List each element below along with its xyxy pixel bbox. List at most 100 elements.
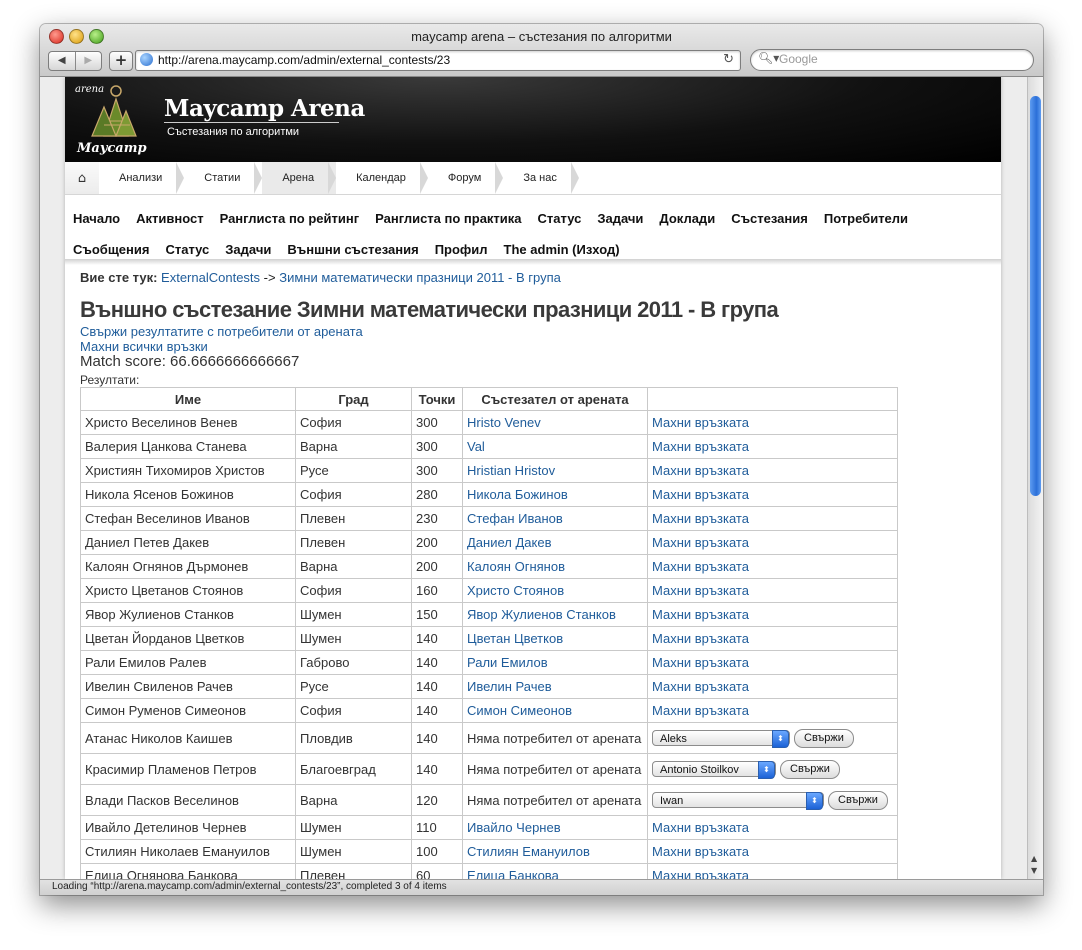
- menu-item-reports[interactable]: Доклади: [659, 211, 715, 226]
- menu-item-admin-problems[interactable]: Задачи: [225, 242, 271, 257]
- cell-connect-controls: Iwan ⬍ Свържи: [647, 784, 898, 816]
- scroll-arrows-icon[interactable]: ▲ ▼: [1031, 853, 1037, 877]
- site-logo[interactable]: arena Maycamp: [74, 81, 147, 161]
- menu-item-problems[interactable]: Задачи: [597, 211, 643, 226]
- cell-arena-user-link[interactable]: Калоян Огнянов: [462, 554, 648, 579]
- cell-arena-user-link[interactable]: Рали Емилов: [462, 650, 648, 675]
- home-icon[interactable]: ⌂: [65, 162, 99, 194]
- tab-forum[interactable]: Форум: [428, 162, 504, 194]
- cell-arena-user-link[interactable]: Hristian Hristov: [462, 458, 648, 483]
- menu-item-home[interactable]: Начало: [73, 211, 120, 226]
- cell-points: 300: [411, 458, 463, 483]
- page: arena Maycamp Maycamp Arena Състезания п…: [65, 77, 1001, 879]
- cell-unlink[interactable]: Махни връзката: [647, 410, 898, 435]
- menu-item-rating-ranking[interactable]: Ранглиста по рейтинг: [220, 211, 360, 226]
- cell-unlink[interactable]: Махни връзката: [647, 530, 898, 555]
- connect-button[interactable]: Свържи: [794, 728, 854, 748]
- cell-city: Русе: [295, 458, 412, 483]
- reload-icon[interactable]: ↻: [723, 51, 734, 69]
- menu-item-contests[interactable]: Състезания: [731, 211, 808, 226]
- cell-city: Шумен: [295, 815, 412, 840]
- globe-icon: [140, 53, 153, 66]
- cell-connect-controls: Aleks ⬍ Свържи: [647, 722, 898, 754]
- menu-item-messages[interactable]: Съобщения: [73, 242, 149, 257]
- cell-arena-user-link[interactable]: Стилиян Емануилов: [462, 839, 648, 864]
- col-header-points: Точки: [411, 387, 463, 411]
- cell-unlink[interactable]: Махни връзката: [647, 458, 898, 483]
- cell-arena-user-link[interactable]: Христо Стоянов: [462, 578, 648, 603]
- browser-window: maycamp arena – състезания по алгоритми …: [40, 24, 1043, 895]
- cell-name: Елица Огнянова Банкова: [80, 863, 296, 879]
- cell-points: 150: [411, 602, 463, 627]
- cell-arena-user-link[interactable]: Елица Банкова: [462, 863, 648, 879]
- cell-arena-user-link[interactable]: Цветан Цветков: [462, 626, 648, 651]
- menu-item-external-contests[interactable]: Външни състезания: [287, 242, 418, 257]
- back-button[interactable]: ◀: [49, 52, 75, 70]
- cell-unlink[interactable]: Махни връзката: [647, 650, 898, 675]
- add-bookmark-button[interactable]: +: [109, 51, 133, 71]
- tab-articles[interactable]: Статии: [184, 162, 263, 194]
- cell-unlink[interactable]: Махни връзката: [647, 674, 898, 699]
- cell-city: Габрово: [295, 650, 412, 675]
- search-field[interactable]: 🔍︎▾ Google: [750, 49, 1034, 71]
- cell-arena-user-link[interactable]: Ивелин Рачев: [462, 674, 648, 699]
- cell-arena-user-link[interactable]: Val: [462, 434, 648, 459]
- menu-item-admin-status[interactable]: Статус: [165, 242, 209, 257]
- connect-button[interactable]: Свържи: [828, 790, 888, 810]
- breadcrumb-link-external-contests[interactable]: ExternalContests: [161, 270, 260, 285]
- cell-arena-user-link[interactable]: Симон Симеонов: [462, 698, 648, 723]
- cell-unlink[interactable]: Махни връзката: [647, 434, 898, 459]
- cell-arena-user-link[interactable]: Явор Жулиенов Станков: [462, 602, 648, 627]
- table-row: Христо Цветанов Стоянов София 160 Христо Ст…: [80, 578, 898, 603]
- cell-arena-user-link[interactable]: Hristo Venev: [462, 410, 648, 435]
- arena-user-select[interactable]: Antonio Stoilkov ⬍: [652, 761, 776, 779]
- cell-unlink[interactable]: Махни връзката: [647, 815, 898, 840]
- cell-unlink[interactable]: Махни връзката: [647, 626, 898, 651]
- history-buttons: ◀ ▶: [48, 51, 102, 71]
- cell-unlink[interactable]: Махни връзката: [647, 698, 898, 723]
- connect-button[interactable]: Свържи: [780, 759, 840, 779]
- cell-arena-user-link[interactable]: Ивайло Чернев: [462, 815, 648, 840]
- table-row: Калоян Огнянов Дърмонев Варна 200 Калоян Ог…: [80, 554, 898, 579]
- scrollbar-thumb[interactable]: [1030, 96, 1041, 496]
- menu-item-profile[interactable]: Профил: [435, 242, 488, 257]
- menu-item-users[interactable]: Потребители: [824, 211, 908, 226]
- arena-user-select[interactable]: Aleks ⬍: [652, 730, 790, 748]
- cell-unlink[interactable]: Махни връзката: [647, 602, 898, 627]
- breadcrumb-link-contest[interactable]: Зимни математически празници 2011 - В гр…: [279, 270, 561, 285]
- menu-item-status[interactable]: Статус: [538, 211, 582, 226]
- tab-arena[interactable]: Арена: [262, 162, 337, 194]
- cell-city: София: [295, 578, 412, 603]
- results-table: Име Град Точки Състезател от арената Хри…: [80, 387, 898, 879]
- cell-unlink[interactable]: Махни връзката: [647, 578, 898, 603]
- arena-user-select[interactable]: Iwan ⬍: [652, 792, 824, 810]
- menu-row-1: Начало Активност Ранглиста по рейтинг Ра…: [73, 203, 993, 234]
- url-text: http://arena.maycamp.com/admin/external_…: [158, 53, 451, 67]
- cell-unlink[interactable]: Махни връзката: [647, 554, 898, 579]
- table-row: Цветан Йорданов Цветков Шумен 140 Цветан Цв…: [80, 626, 898, 651]
- table-row: Даниел Петев Дакев Плевен 200 Даниел Дакев М…: [80, 530, 898, 555]
- site-title[interactable]: Maycamp Arena: [164, 95, 365, 122]
- menu-item-activity[interactable]: Активност: [136, 211, 203, 226]
- tab-analyses[interactable]: Анализи: [99, 162, 185, 194]
- menu-item-logout[interactable]: The admin (Изход): [504, 242, 620, 257]
- cell-arena-user-link[interactable]: Никола Божинов: [462, 482, 648, 507]
- connect-results-link[interactable]: Свържи резултатите с потребители от арен…: [80, 324, 363, 339]
- tab-about[interactable]: За нас: [503, 162, 579, 194]
- cell-points: 200: [411, 554, 463, 579]
- cell-unlink[interactable]: Махни връзката: [647, 839, 898, 864]
- cell-name: Стефан Веселинов Иванов: [80, 506, 296, 531]
- vertical-scrollbar[interactable]: ▲ ▼: [1027, 77, 1043, 879]
- cell-unlink[interactable]: Махни връзката: [647, 506, 898, 531]
- cell-arena-user-link[interactable]: Даниел Дакев: [462, 530, 648, 555]
- cell-unlink[interactable]: Махни връзката: [647, 482, 898, 507]
- cell-arena-user-link[interactable]: Стефан Иванов: [462, 506, 648, 531]
- forward-button[interactable]: ▶: [74, 52, 102, 70]
- remove-all-links-link[interactable]: Махни всички връзки: [80, 339, 208, 354]
- address-bar[interactable]: http://arena.maycamp.com/admin/external_…: [135, 50, 741, 71]
- table-row: Никола Ясенов Божинов София 280 Никола Божи…: [80, 482, 898, 507]
- cell-unlink[interactable]: Махни връзката: [647, 863, 898, 879]
- page-viewport: arena Maycamp Maycamp Arena Състезания п…: [40, 77, 1027, 879]
- menu-item-practice-ranking[interactable]: Ранглиста по практика: [375, 211, 521, 226]
- tab-calendar[interactable]: Календар: [336, 162, 428, 194]
